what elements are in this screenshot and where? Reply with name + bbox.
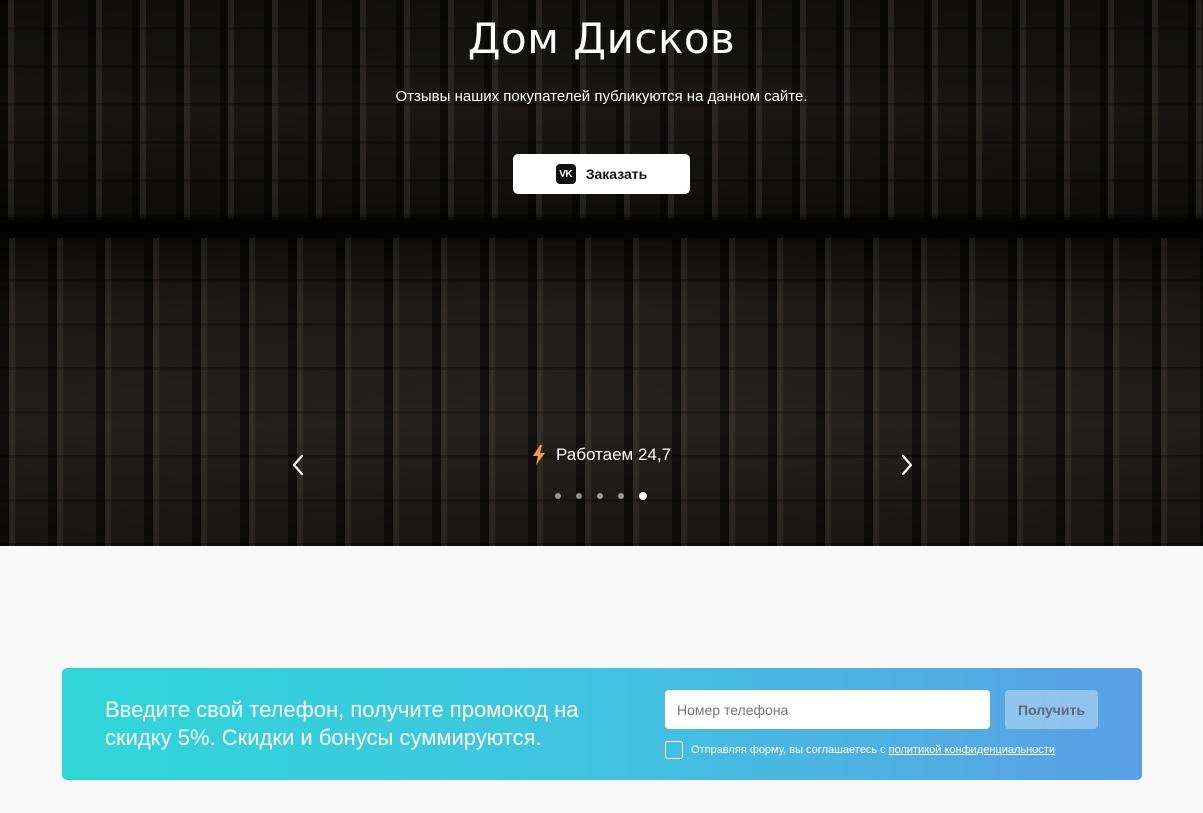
site-title: Дом Дисков xyxy=(467,14,736,63)
slide-caption: Работаем 24,7 xyxy=(532,445,671,465)
slide-caption-text: Работаем 24,7 xyxy=(556,445,672,464)
privacy-policy-link[interactable]: политикой конфиденциальности xyxy=(889,744,1055,756)
slider-dot[interactable] xyxy=(618,493,624,499)
slider-dot[interactable] xyxy=(639,492,647,500)
slider-dot[interactable] xyxy=(597,493,603,499)
slider-dot[interactable] xyxy=(555,493,561,499)
promo-banner: Введите свой телефон, получите промокод … xyxy=(62,668,1142,780)
hero-slider: Дом Дисков Отзывы наших покупателей публ… xyxy=(0,0,1203,546)
consent-checkbox[interactable] xyxy=(665,741,683,759)
slider-next-arrow-icon[interactable] xyxy=(893,452,919,478)
consent-text-label: Отправляя форму, вы соглашаетесь с xyxy=(691,744,886,756)
consent-text: Отправляя форму, вы соглашаетесь с полити… xyxy=(691,744,1055,756)
hero-subtitle: Отзывы наших покупателей публикуются на … xyxy=(395,88,808,105)
phone-input[interactable] xyxy=(665,690,990,729)
get-promo-button[interactable]: Получить xyxy=(1005,690,1098,729)
order-button[interactable]: VK Заказать xyxy=(513,154,690,194)
slider-dot[interactable] xyxy=(576,493,582,499)
slider-prev-arrow-icon[interactable] xyxy=(286,452,312,478)
order-button-label: Заказать xyxy=(585,166,648,182)
consent-row: Отправляя форму, вы соглашаетесь с полити… xyxy=(665,741,1055,759)
lightning-icon xyxy=(533,445,545,465)
slider-dots xyxy=(555,492,647,500)
promo-text: Введите свой телефон, получите промокод … xyxy=(105,697,579,750)
vk-icon: VK xyxy=(555,164,576,184)
